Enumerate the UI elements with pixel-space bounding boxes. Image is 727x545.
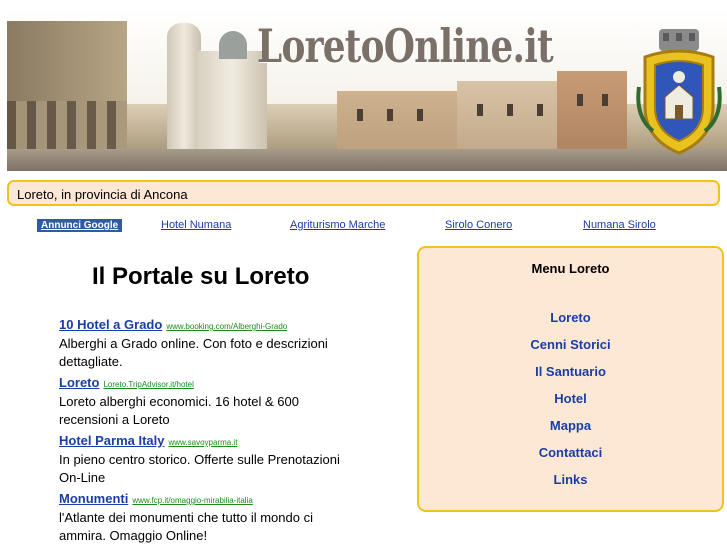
ad-url-link[interactable]: www.fcp.it/omaggio-mirabilia-italia: [132, 496, 252, 505]
menu-title: Menu Loreto: [531, 261, 610, 276]
menu-item-cenni-storici[interactable]: Cenni Storici: [419, 337, 722, 352]
google-ads-label[interactable]: Annunci Google: [37, 219, 123, 232]
ad-description: l'Atlante dei monumenti che tutto il mon…: [59, 510, 313, 543]
banner-window: [417, 109, 423, 121]
ad-title-link[interactable]: Hotel Parma Italy: [59, 433, 165, 448]
menu-item-contattaci[interactable]: Contattaci: [419, 445, 722, 460]
menu-panel: Menu Loreto Loreto Cenni Storici Il Sant…: [417, 246, 724, 512]
ad-title-link[interactable]: Monumenti: [59, 491, 128, 506]
ad-item: Loreto Loreto.TripAdvisor.it/hotel Loreto…: [59, 374, 349, 429]
ad-description: Loreto alberghi economici. 16 hotel & 60…: [59, 394, 299, 427]
banner-window: [537, 104, 543, 116]
ad-title-link[interactable]: Loreto: [59, 375, 99, 390]
banner-window: [357, 109, 363, 121]
menu-item-links[interactable]: Links: [419, 472, 722, 487]
menu-item-loreto[interactable]: Loreto: [419, 310, 722, 325]
location-text: Loreto, in provincia di Ancona: [17, 187, 188, 202]
ad-title-link[interactable]: 10 Hotel a Grado: [59, 317, 162, 332]
ad-url-link[interactable]: Loreto.TripAdvisor.it/hotel: [103, 380, 193, 389]
ad-link-hotel-numana[interactable]: Hotel Numana: [161, 219, 231, 231]
ad-description: In pieno centro storico. Offerte sulle P…: [59, 452, 340, 485]
ad-description: Alberghi a Grado online. Con foto e desc…: [59, 336, 328, 369]
banner-piazza: [7, 149, 727, 171]
ad-link-sirolo-conero[interactable]: Sirolo Conero: [445, 219, 512, 231]
sponsored-ads: 10 Hotel a Grado www.booking.com/Alberghi…: [56, 312, 358, 545]
ad-link-numana-sirolo[interactable]: Numana Sirolo: [583, 219, 656, 231]
banner-window: [507, 104, 513, 116]
site-logo-title: LoretoOnline.it: [257, 19, 554, 73]
menu-item-mappa[interactable]: Mappa: [419, 418, 722, 433]
location-bar: Loreto, in provincia di Ancona: [7, 180, 720, 206]
ad-url-link[interactable]: www.booking.com/Alberghi-Grado: [166, 322, 287, 331]
ad-url-link[interactable]: www.savoyparma.it: [169, 438, 238, 447]
ad-item: 10 Hotel a Grado www.booking.com/Alberghi…: [59, 316, 349, 371]
ad-item: Hotel Parma Italy www.savoyparma.it In pi…: [59, 432, 349, 487]
banner-window: [577, 94, 583, 106]
header-banner: LoretoOnline.it: [7, 9, 727, 171]
ad-links-row: Annunci Google Hotel Numana Agriturismo …: [35, 218, 691, 233]
ad-item: Monumenti www.fcp.it/omaggio-mirabilia-it…: [59, 490, 349, 545]
ad-link-agriturismo-marche[interactable]: Agriturismo Marche: [290, 219, 385, 231]
menu-item-hotel[interactable]: Hotel: [419, 391, 722, 406]
page-title: Il Portale su Loreto: [92, 263, 310, 290]
coat-of-arms-icon: [636, 29, 722, 155]
banner-window: [602, 94, 608, 106]
banner-window: [477, 104, 483, 116]
banner-window: [387, 109, 393, 121]
menu-item-il-santuario[interactable]: Il Santuario: [419, 364, 722, 379]
banner-dome: [219, 31, 247, 59]
